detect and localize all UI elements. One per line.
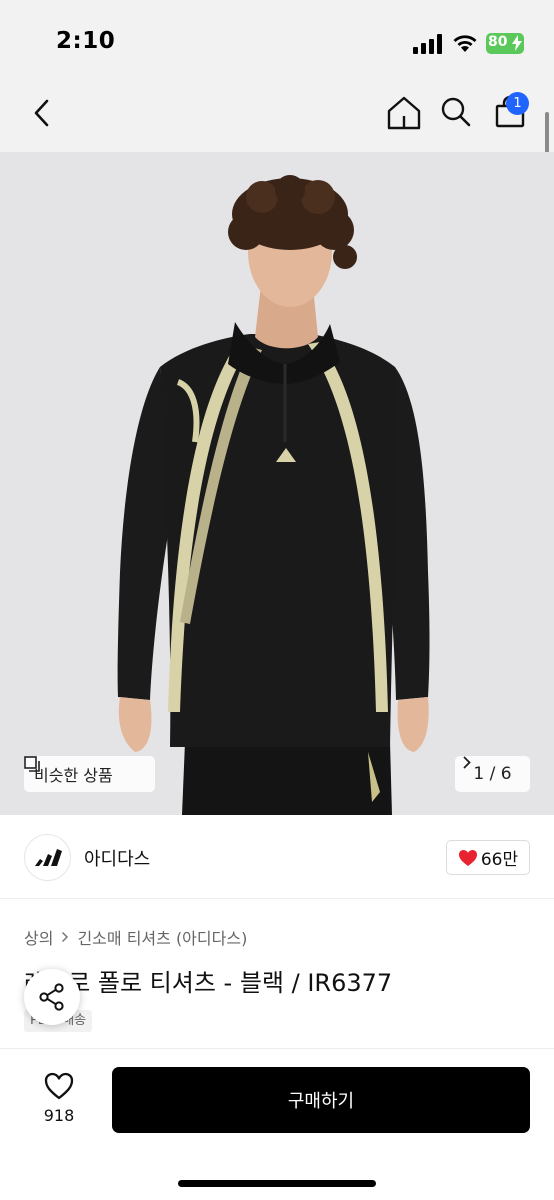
brand-like-count: 66만 [480,850,519,870]
brand-logo[interactable] [24,834,71,881]
brand-name[interactable]: 아디다스 [84,845,150,871]
share-icon [39,983,64,1011]
similar-items-icon [24,756,40,772]
wish-count: 918 [43,1106,75,1125]
home-indicator [178,1180,376,1187]
brand-like-button[interactable]: 66만 [446,840,530,875]
buy-button[interactable]: 구매하기 [112,1067,530,1133]
battery-indicator: 80 [486,33,524,54]
similar-products-label: 비슷한 상품 [34,766,113,785]
brand-row: 아디다스 66만 [0,815,554,899]
product-image[interactable]: 비슷한 상품 1 / 6 [0,152,554,815]
image-counter-text: 1 / 6 [473,764,512,784]
wifi-icon [453,35,477,52]
share-button[interactable] [24,969,80,1025]
breadcrumb-item-category[interactable]: 긴소매 티셔츠 (아디다스) [77,925,247,949]
adidas-logo-icon [35,849,62,866]
navigation-bar: 1 [0,80,554,152]
cellular-signal-icon [413,34,442,54]
status-bar: 2:10 80 [0,0,554,80]
charging-bolt-icon [512,35,522,51]
image-counter[interactable]: 1 / 6 [455,756,530,792]
chevron-right-icon [463,756,471,769]
bottom-action-bar: 918 구매하기 [0,1048,554,1200]
back-icon[interactable] [28,97,56,129]
breadcrumb: 상의 긴소매 티셔츠 (아디다스) [24,925,247,949]
home-icon[interactable] [386,95,422,131]
heart-filled-icon [458,849,477,866]
cart-count-badge: 1 [506,92,529,115]
status-time: 2:10 [56,28,116,54]
search-icon[interactable] [440,96,472,128]
similar-products-button[interactable]: 비슷한 상품 [24,756,155,792]
breadcrumb-item-top[interactable]: 상의 [24,925,53,949]
battery-level: 80 [488,34,508,50]
heart-outline-icon[interactable] [43,1071,75,1101]
chevron-right-icon [62,931,69,943]
product-photo [117,175,430,815]
